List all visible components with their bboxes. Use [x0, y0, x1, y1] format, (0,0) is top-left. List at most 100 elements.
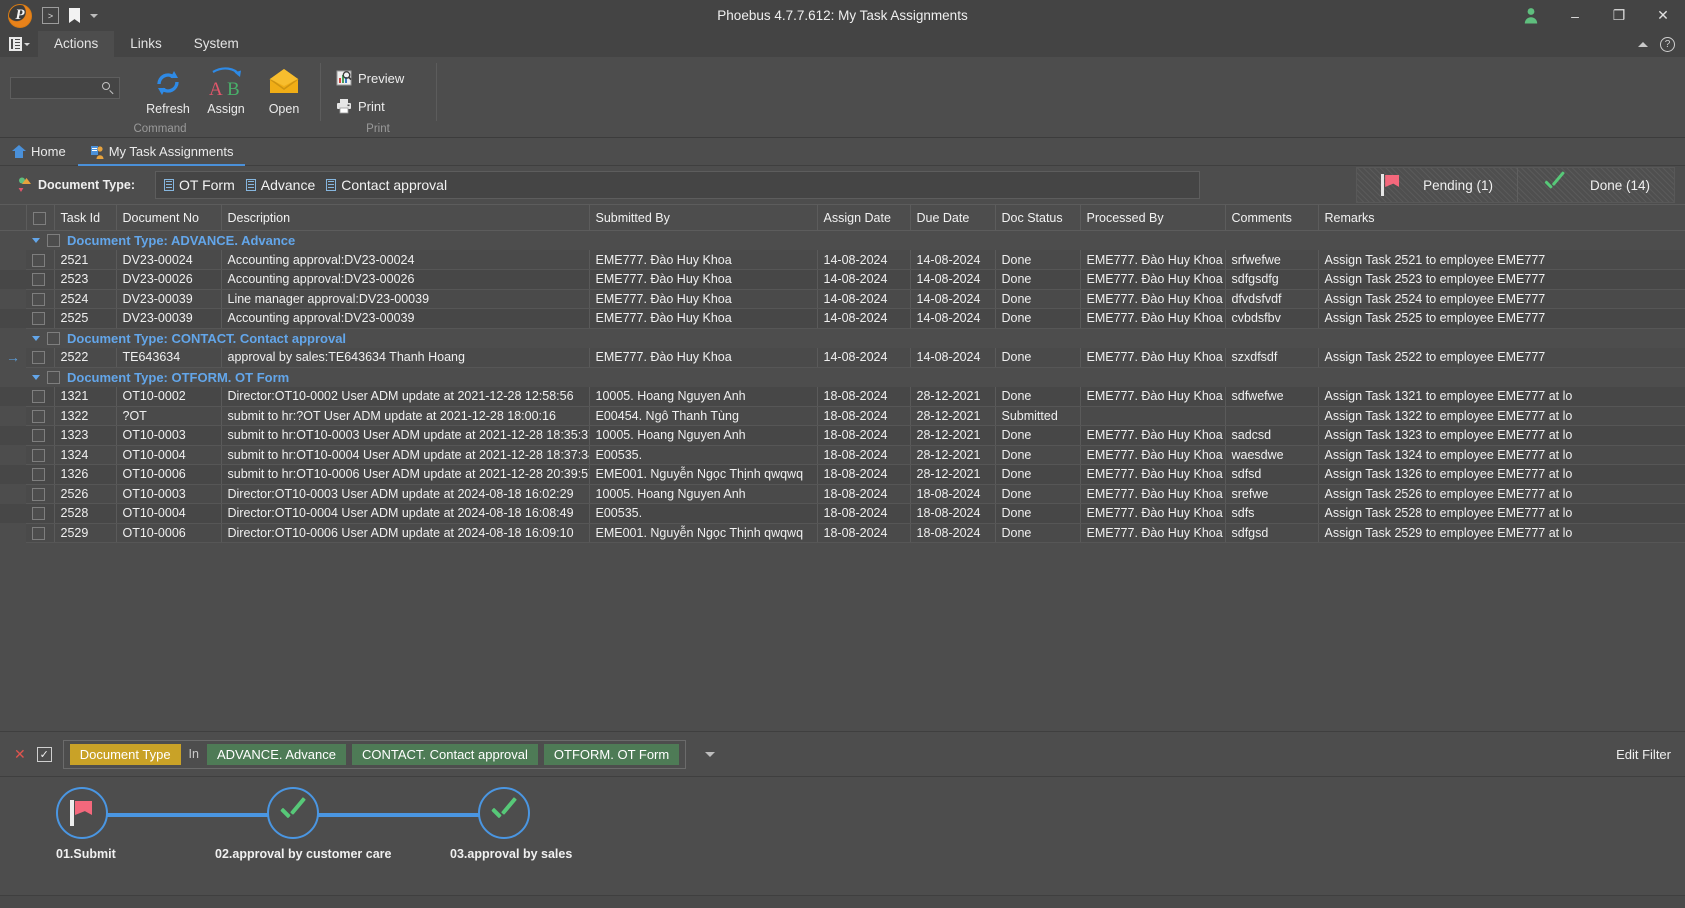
- table-row[interactable]: 1321 OT10-0002 Director:OT10-0002 User ADM…: [0, 386, 1685, 407]
- user-account-icon[interactable]: [1509, 0, 1553, 31]
- workflow-node-3[interactable]: [478, 787, 530, 839]
- table-row[interactable]: 2526 OT10-0003 Director:OT10-0003 User ADM…: [0, 484, 1685, 504]
- row-checkbox-cell[interactable]: [26, 484, 55, 504]
- ribbon-tab-actions[interactable]: Actions: [38, 31, 115, 57]
- search-box[interactable]: [10, 77, 120, 99]
- collapse-ribbon-icon[interactable]: [1638, 41, 1648, 47]
- column-header-remarks[interactable]: Remarks: [1317, 204, 1685, 231]
- status-done[interactable]: Done (14): [1516, 168, 1674, 202]
- row-checkbox[interactable]: [32, 507, 45, 521]
- group-select-checkbox[interactable]: [47, 370, 60, 384]
- console-icon[interactable]: >: [42, 7, 59, 24]
- search-input[interactable]: [11, 81, 101, 95]
- row-checkbox-cell[interactable]: [26, 347, 55, 368]
- workflow-node-1[interactable]: [56, 787, 108, 839]
- ribbon-tab-links[interactable]: Links: [114, 31, 178, 57]
- minimize-button[interactable]: –: [1553, 0, 1597, 31]
- workflow-node-2[interactable]: [267, 787, 319, 839]
- print-button[interactable]: Print: [330, 93, 391, 119]
- filter-dropdown-icon[interactable]: [705, 751, 716, 757]
- filter-field-tag[interactable]: Document Type: [69, 743, 181, 765]
- filter-operator[interactable]: In: [187, 747, 201, 761]
- select-all-checkbox[interactable]: [32, 211, 46, 225]
- chevron-down-icon[interactable]: [32, 238, 40, 243]
- row-checkbox[interactable]: [32, 253, 45, 267]
- column-header-submitted-by[interactable]: Submitted By: [588, 204, 818, 231]
- column-header-task-id[interactable]: Task Id: [53, 204, 117, 231]
- file-menu-button[interactable]: [0, 31, 38, 57]
- table-row[interactable]: 1324 OT10-0004 submit to hr:OT10-0004 User…: [0, 445, 1685, 465]
- row-checkbox-cell[interactable]: [26, 308, 55, 329]
- column-header-processed-by[interactable]: Processed By: [1079, 204, 1226, 231]
- filter-value-advance[interactable]: ADVANCE. Advance: [206, 743, 346, 765]
- table-row[interactable]: 2524 DV23-00039 Line manager approval:DV23…: [0, 289, 1685, 309]
- bookmark-icon[interactable]: [69, 8, 80, 23]
- group-header-row[interactable]: Document Type: ADVANCE. Advance: [0, 230, 1685, 250]
- status-pending[interactable]: Pending (1): [1357, 168, 1517, 202]
- filter-value-otform[interactable]: OTFORM. OT Form: [543, 743, 680, 765]
- table-row[interactable]: 2529 OT10-0006 Director:OT10-0006 User ADM…: [0, 523, 1685, 543]
- row-checkbox-cell[interactable]: [26, 250, 55, 270]
- row-checkbox-cell[interactable]: [26, 386, 55, 407]
- help-icon[interactable]: ?: [1660, 36, 1675, 52]
- row-checkbox[interactable]: [32, 292, 45, 306]
- row-checkbox-cell[interactable]: [26, 503, 55, 524]
- column-header-description[interactable]: Description: [220, 204, 590, 231]
- assign-button[interactable]: A B Assign: [200, 63, 252, 116]
- column-header-due-date[interactable]: Due Date: [909, 204, 996, 231]
- tab-home[interactable]: Home: [0, 138, 78, 165]
- table-row[interactable]: 1322 ?OT submit to hr:?OT User ADM update …: [0, 406, 1685, 426]
- filter-value-contact[interactable]: CONTACT. Contact approval: [351, 743, 538, 765]
- edit-filter-link[interactable]: Edit Filter: [1616, 747, 1671, 762]
- ribbon-tab-system[interactable]: System: [178, 31, 255, 57]
- row-checkbox[interactable]: [32, 429, 45, 443]
- row-checkbox-cell[interactable]: [26, 269, 55, 290]
- chevron-down-icon[interactable]: [32, 335, 40, 341]
- document-type-chip-advance[interactable]: Advance: [245, 177, 322, 193]
- group-select-checkbox[interactable]: [47, 234, 60, 247]
- row-checkbox-cell[interactable]: [26, 523, 55, 543]
- column-header-doc-status[interactable]: Doc Status: [994, 204, 1081, 231]
- table-row[interactable]: 2521 DV23-00024 Accounting approval:DV23-0…: [0, 250, 1685, 270]
- row-checkbox[interactable]: [32, 468, 45, 482]
- select-all-header[interactable]: [25, 204, 55, 231]
- task-grid[interactable]: Task Id Document No Description Submitte…: [0, 204, 1685, 731]
- column-header-comments[interactable]: Comments: [1224, 204, 1319, 231]
- close-filter-icon[interactable]: ✕: [10, 746, 30, 763]
- table-row[interactable]: 1326 OT10-0006 submit to hr:OT10-0006 User…: [0, 464, 1685, 485]
- open-button[interactable]: Open: [258, 63, 310, 116]
- row-checkbox[interactable]: [32, 351, 45, 365]
- table-row[interactable]: → 2522 TE643634 approval by sales:TE643634 …: [0, 347, 1685, 368]
- group-header-row[interactable]: Document Type: CONTACT. Contact approval: [0, 328, 1685, 348]
- column-header-document-no[interactable]: Document No: [115, 204, 222, 231]
- close-button[interactable]: ✕: [1641, 0, 1685, 31]
- row-checkbox[interactable]: [32, 273, 45, 287]
- row-checkbox[interactable]: [32, 409, 45, 423]
- row-checkbox-cell[interactable]: [26, 445, 55, 465]
- document-type-field[interactable]: OT Form Advance Contact approval: [155, 171, 1200, 199]
- tab-my-task-assignments[interactable]: My Task Assignments: [77, 138, 246, 166]
- group-header-row[interactable]: Document Type: OTFORM. OT Form: [0, 367, 1685, 387]
- column-header-assign-date[interactable]: Assign Date: [816, 204, 911, 231]
- table-row[interactable]: 2525 DV23-00039 Accounting approval:DV23-0…: [0, 308, 1685, 329]
- row-checkbox-cell[interactable]: [26, 425, 55, 446]
- document-type-chip-contact-approval[interactable]: Contact approval: [326, 177, 454, 193]
- row-checkbox[interactable]: [32, 390, 45, 404]
- chevron-down-icon[interactable]: [32, 374, 40, 380]
- group-select-checkbox[interactable]: [47, 331, 60, 345]
- table-row[interactable]: 2523 DV23-00026 Accounting approval:DV23-0…: [0, 269, 1685, 290]
- row-checkbox[interactable]: [32, 448, 45, 462]
- row-checkbox[interactable]: [32, 312, 45, 326]
- table-row[interactable]: 1323 OT10-0003 submit to hr:OT10-0003 User…: [0, 425, 1685, 446]
- maximize-button[interactable]: ❐: [1597, 0, 1641, 31]
- chevron-down-icon[interactable]: [90, 13, 98, 18]
- refresh-button[interactable]: Refresh: [142, 63, 194, 116]
- row-checkbox[interactable]: [32, 487, 45, 501]
- preview-button[interactable]: Preview: [330, 65, 410, 91]
- row-checkbox-cell[interactable]: [26, 289, 55, 309]
- document-type-chip-ot-form[interactable]: OT Form: [164, 177, 242, 193]
- row-checkbox-cell[interactable]: [26, 464, 55, 485]
- row-checkbox[interactable]: [32, 526, 45, 540]
- filter-enabled-checkbox[interactable]: ✓: [36, 746, 52, 762]
- table-row[interactable]: 2528 OT10-0004 Director:OT10-0004 User ADM…: [0, 503, 1685, 524]
